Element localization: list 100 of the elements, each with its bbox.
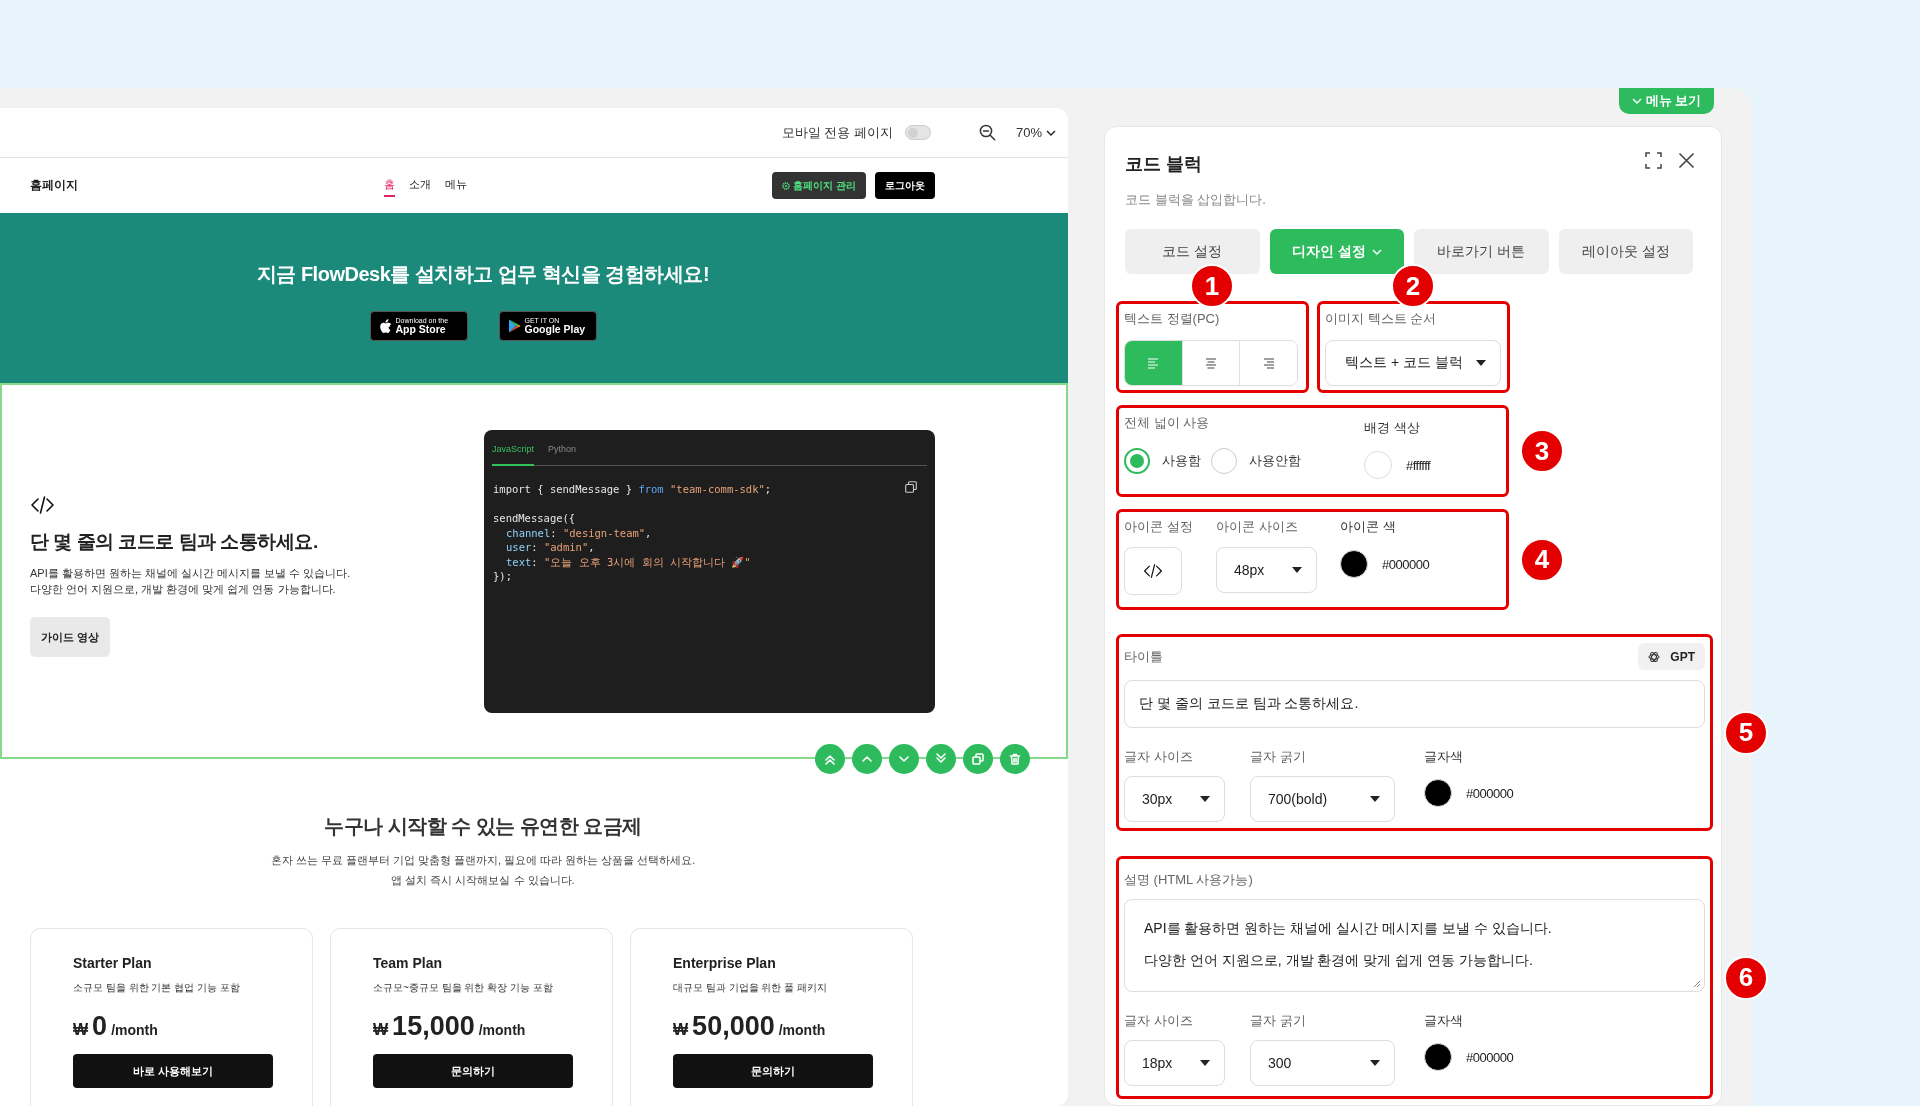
align-center-icon (1205, 357, 1217, 369)
panel-title: 코드 블럭 (1125, 153, 1203, 176)
color-swatch[interactable] (1340, 550, 1368, 578)
code-line: sendMessage({ (493, 511, 576, 526)
swirl-icon (1648, 650, 1661, 663)
close-icon[interactable] (1678, 152, 1695, 169)
language-tab[interactable]: Python (548, 444, 577, 466)
gpt-button[interactable]: GPT (1638, 643, 1705, 670)
copy-icon (971, 752, 985, 766)
field-label: 글자색 (1424, 1012, 1464, 1030)
font-weight-dropdown[interactable]: 700(bold) (1250, 776, 1395, 822)
code-line: text: "오늘 오후 3시에 회의 시작합니다 🚀" (505, 554, 751, 569)
color-swatch[interactable] (1364, 451, 1392, 479)
trash-icon (1008, 752, 1022, 766)
guide-video-button[interactable]: 가이드 영상 (30, 617, 110, 657)
radio-label: 사용안함 (1249, 452, 1301, 470)
chevron-down-icon (1046, 129, 1056, 136)
nav-link[interactable]: 메뉴 (445, 174, 467, 197)
title-field[interactable]: 단 몇 줄의 코드로 팀과 소통하세요. (1124, 680, 1705, 728)
move-to-bottom-button[interactable] (926, 744, 956, 774)
field-label: 글자 굵기 (1250, 748, 1307, 766)
mobile-only-toggle[interactable] (904, 125, 931, 140)
play-triangle-icon (507, 319, 521, 333)
field-label: 배경 색상 (1364, 419, 1421, 437)
field-label: 아이콘 설정 (1124, 518, 1194, 536)
align-left-icon (1147, 357, 1160, 369)
manage-site-button[interactable]: 홈페이지 관리 (772, 172, 866, 199)
color-value: #000000 (1466, 785, 1514, 801)
align-left-button[interactable] (1125, 341, 1182, 385)
fullscreen-icon[interactable] (1645, 152, 1662, 169)
field-label: 전체 넓이 사용 (1124, 414, 1211, 432)
field-label: 타이틀 (1124, 647, 1163, 666)
currency-sign: ₩ (673, 1021, 689, 1039)
align-right-button[interactable] (1239, 341, 1297, 385)
delete-button[interactable] (1000, 744, 1030, 774)
logout-button[interactable]: 로그아웃 (875, 172, 935, 199)
copy-icon[interactable] (905, 481, 917, 493)
section-description: API를 활용하면 원하는 채널에 실시간 메시지를 보낼 수 있습니다. 다양한 언어 지원으로, 개발 환경에 맞게 쉽게 연동 가능합니다. (30, 566, 352, 597)
code-block-section[interactable] (0, 383, 1068, 759)
chevron-down-icon (1631, 98, 1642, 104)
site-brand[interactable]: 홈페이지 (30, 177, 384, 194)
banner-headline: 지금 FlowDesk를 설치하고 업무 혁신을 경험하세요! (256, 262, 710, 287)
description-field[interactable]: API를 활용하면 원하는 채널에 실시간 메시지를 보낼 수 있습니다. 다양한 언어 지원으로, 개발 환경에 맞게 쉽게 연동 가능합니다. (1124, 899, 1705, 992)
font-weight-dropdown[interactable]: 300 (1250, 1040, 1395, 1086)
zoom-out-icon[interactable] (978, 124, 996, 141)
caret-icon (1200, 796, 1210, 802)
color-value: #000000 (1382, 556, 1430, 572)
size-dropdown[interactable]: 48px (1216, 547, 1317, 593)
color-value: #000000 (1466, 1049, 1514, 1065)
order-dropdown[interactable]: 텍스트 + 코드 블럭 (1325, 340, 1501, 386)
step-marker: 4 (1520, 537, 1564, 582)
language-tab[interactable]: JavaScript (492, 444, 535, 466)
plan-price: 50,000 (692, 1011, 775, 1042)
radio-button[interactable] (1124, 448, 1150, 474)
plan-name: Team Plan (373, 955, 443, 971)
badge-store-name: App Store (395, 324, 447, 335)
code-line: import { sendMessage } from "team-comm-sdk"; (493, 482, 772, 497)
step-marker: 5 (1724, 710, 1768, 755)
caret-icon (1200, 1060, 1210, 1066)
field-label: 텍스트 정렬(PC) (1124, 310, 1221, 328)
currency-sign: ₩ (373, 1021, 389, 1039)
price-period: /month (478, 1022, 526, 1038)
move-to-top-button[interactable] (815, 744, 845, 774)
radio-label: 사용함 (1162, 452, 1201, 470)
settings-tab[interactable]: 바로가기 버튼 (1414, 229, 1549, 274)
field-label: 글자 사이즈 (1124, 1012, 1194, 1030)
step-marker: 1 (1190, 264, 1234, 308)
settings-tab[interactable]: 코드 설정 (1125, 229, 1260, 274)
radio-button[interactable] (1211, 448, 1237, 474)
alignment-control[interactable] (1124, 340, 1298, 386)
plan-button[interactable]: 바로 사용해보기 (73, 1054, 273, 1088)
caret-icon (1370, 796, 1380, 802)
field-label: 글자 사이즈 (1124, 748, 1194, 766)
plan-price: 0 (92, 1011, 108, 1042)
move-up-button[interactable] (852, 744, 882, 774)
section-title: 단 몇 줄의 코드로 팀과 소통하세요. (30, 530, 319, 554)
align-right-icon (1262, 357, 1275, 369)
font-size-dropdown[interactable]: 18px (1124, 1040, 1225, 1086)
color-swatch[interactable] (1424, 779, 1452, 807)
step-marker: 3 (1520, 429, 1564, 473)
nav-link[interactable]: 소개 (409, 174, 431, 197)
price-period: /month (111, 1022, 158, 1038)
double-chevron-up-icon (823, 752, 837, 766)
step-marker: 2 (1391, 264, 1435, 308)
code-icon (30, 495, 55, 515)
plan-button[interactable]: 문의하기 (673, 1054, 873, 1088)
color-swatch[interactable] (1424, 1043, 1452, 1071)
icon-picker-button[interactable] (1124, 547, 1182, 595)
chevron-down-icon (1371, 248, 1382, 255)
field-label: 아이콘 색 (1340, 518, 1397, 536)
zoom-dropdown[interactable]: 70% (1015, 125, 1056, 140)
toggle-label: 모바일 전용 페이지 (781, 123, 893, 142)
settings-tab[interactable]: 레이아웃 설정 (1558, 229, 1693, 274)
font-size-dropdown[interactable]: 30px (1124, 776, 1225, 822)
duplicate-button[interactable] (963, 744, 993, 774)
field-label: 설명 (HTML 사용가능) (1124, 871, 1254, 889)
move-down-button[interactable] (889, 744, 919, 774)
nav-link[interactable]: 홈 (384, 174, 395, 197)
color-value: #ffffff (1406, 457, 1431, 473)
plan-button[interactable]: 문의하기 (373, 1054, 573, 1088)
